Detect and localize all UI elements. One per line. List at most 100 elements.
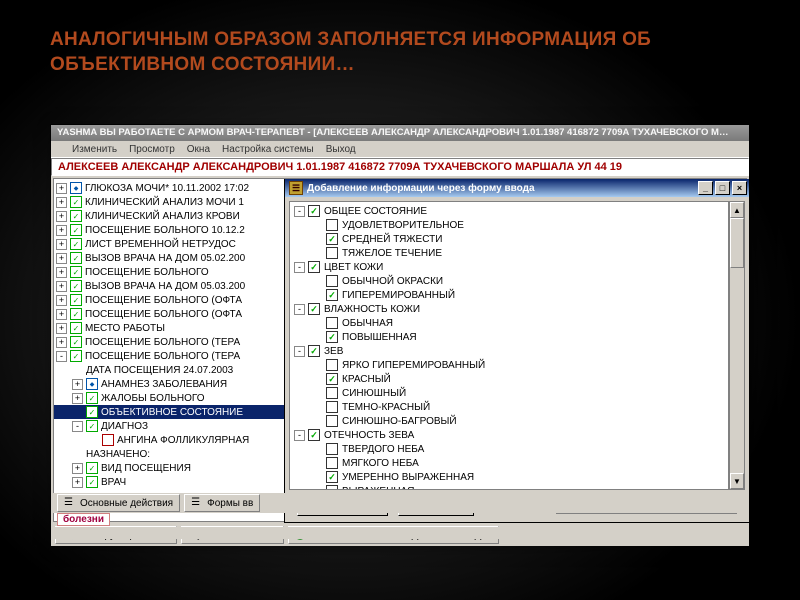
symptom-item[interactable]: МЯГКОГО НЕБА: [290, 456, 728, 470]
checkbox[interactable]: [326, 415, 338, 427]
scroll-thumb[interactable]: [730, 218, 744, 268]
symptom-item[interactable]: ВЫРАЖЕННАЯ: [290, 484, 728, 490]
tree-item[interactable]: +ПОСЕЩЕНИЕ БОЛЬНОГО (ТЕРА: [54, 335, 284, 349]
tree-item[interactable]: +ПОСЕЩЕНИЕ БОЛЬНОГО (ОФТА: [54, 307, 284, 321]
symptom-item[interactable]: ПОВЫШЕННАЯ: [290, 330, 728, 344]
tree-item[interactable]: +АНАМНЕЗ ЗАБОЛЕВАНИЯ: [54, 377, 284, 391]
checkbox[interactable]: [326, 373, 338, 385]
minimize-button[interactable]: _: [698, 181, 713, 195]
symptom-item[interactable]: УМЕРЕННО ВЫРАЖЕННАЯ: [290, 470, 728, 484]
expand-toggle[interactable]: +: [56, 337, 67, 348]
expand-toggle[interactable]: -: [294, 262, 305, 273]
checkbox[interactable]: [308, 205, 320, 217]
symptom-item[interactable]: СИНЮШНЫЙ: [290, 386, 728, 400]
tree-item[interactable]: -ДИАГНОЗ: [54, 419, 284, 433]
symptom-item[interactable]: -ЦВЕТ КОЖИ: [290, 260, 728, 274]
checkbox[interactable]: [308, 345, 320, 357]
checkbox[interactable]: [326, 219, 338, 231]
symptom-item[interactable]: ТЕМНО-КРАСНЫЙ: [290, 400, 728, 414]
symptom-item[interactable]: СРЕДНЕЙ ТЯЖЕСТИ: [290, 232, 728, 246]
tree-item[interactable]: +ЛИСТ ВРЕМЕННОЙ НЕТРУДОС: [54, 237, 284, 251]
expand-toggle[interactable]: -: [294, 430, 305, 441]
symptom-item[interactable]: -ОБЩЕЕ СОСТОЯНИЕ: [290, 204, 728, 218]
checkbox[interactable]: [308, 261, 320, 273]
expand-toggle[interactable]: -: [294, 304, 305, 315]
dialog-scrollbar[interactable]: ▲ ▼: [729, 201, 745, 490]
expand-toggle[interactable]: +: [72, 477, 83, 488]
record-tree[interactable]: +ГЛЮКОЗА МОЧИ* 10.11.2002 17:02+КЛИНИЧЕС…: [54, 179, 284, 521]
symptom-item[interactable]: КРАСНЫЙ: [290, 372, 728, 386]
menu-view[interactable]: Просмотр: [129, 143, 175, 155]
tree-item[interactable]: +ПОСЕЩЕНИЕ БОЛЬНОГО 10.12.2: [54, 223, 284, 237]
tree-item[interactable]: +МЕСТО РАБОТЫ: [54, 321, 284, 335]
expand-toggle[interactable]: -: [72, 421, 83, 432]
tree-item[interactable]: АНГИНА ФОЛЛИКУЛЯРНАЯ: [54, 433, 284, 447]
checkbox[interactable]: [326, 289, 338, 301]
expand-toggle[interactable]: +: [56, 267, 67, 278]
main-actions-button[interactable]: ☰Основные действия: [57, 494, 180, 512]
checkbox[interactable]: [308, 303, 320, 315]
symptom-item[interactable]: ТЯЖЕЛОЕ ТЕЧЕНИЕ: [290, 246, 728, 260]
expand-toggle[interactable]: +: [72, 393, 83, 404]
tree-item[interactable]: +ВИД ПОСЕЩЕНИЯ: [54, 461, 284, 475]
expand-toggle[interactable]: -: [56, 351, 67, 362]
disease-tag[interactable]: болезни: [57, 513, 110, 526]
menu-windows[interactable]: Окна: [187, 143, 210, 155]
checkbox[interactable]: [326, 359, 338, 371]
expand-toggle[interactable]: +: [56, 295, 67, 306]
tree-item[interactable]: ДАТА ПОСЕЩЕНИЯ 24.07.2003: [54, 363, 284, 377]
expand-toggle[interactable]: +: [56, 253, 67, 264]
checkbox[interactable]: [326, 331, 338, 343]
checkbox[interactable]: [326, 485, 338, 490]
checkbox[interactable]: [308, 429, 320, 441]
expand-toggle[interactable]: +: [56, 281, 67, 292]
expand-toggle[interactable]: +: [56, 211, 67, 222]
checkbox[interactable]: [326, 387, 338, 399]
menu-settings[interactable]: Настройка системы: [222, 143, 314, 155]
checkbox[interactable]: [326, 247, 338, 259]
symptom-item[interactable]: -ОТЕЧНОСТЬ ЗЕВА: [290, 428, 728, 442]
tree-item[interactable]: +ПОСЕЩЕНИЕ БОЛЬНОГО (ОФТА: [54, 293, 284, 307]
symptom-item[interactable]: ОБЫЧНАЯ: [290, 316, 728, 330]
expand-toggle[interactable]: +: [56, 239, 67, 250]
tree-item[interactable]: ОБЪЕКТИВНОЕ СОСТОЯНИЕ: [54, 405, 284, 419]
checkbox[interactable]: [326, 401, 338, 413]
tree-item[interactable]: -ПОСЕЩЕНИЕ БОЛЬНОГО (ТЕРА: [54, 349, 284, 363]
checkbox[interactable]: [326, 233, 338, 245]
symptom-item[interactable]: -ВЛАЖНОСТЬ КОЖИ: [290, 302, 728, 316]
tree-item[interactable]: +ВРАЧ: [54, 475, 284, 489]
expand-toggle[interactable]: +: [56, 225, 67, 236]
checkbox[interactable]: [326, 457, 338, 469]
symptom-tree[interactable]: -ОБЩЕЕ СОСТОЯНИЕУДОВЛЕТВОРИТЕЛЬНОЕСРЕДНЕ…: [289, 201, 729, 490]
expand-toggle[interactable]: +: [56, 323, 67, 334]
expand-toggle[interactable]: -: [294, 346, 305, 357]
checkbox[interactable]: [326, 471, 338, 483]
expand-toggle[interactable]: +: [72, 463, 83, 474]
symptom-item[interactable]: -ЗЕВ: [290, 344, 728, 358]
symptom-item[interactable]: ОБЫЧНОЙ ОКРАСКИ: [290, 274, 728, 288]
restore-button[interactable]: □: [715, 181, 730, 195]
expand-toggle[interactable]: +: [56, 183, 67, 194]
menu-edit[interactable]: Изменить: [57, 143, 117, 155]
scroll-up-button[interactable]: ▲: [730, 202, 744, 218]
close-button[interactable]: ×: [732, 181, 747, 195]
tree-item[interactable]: +КЛИНИЧЕСКИЙ АНАЛИЗ КРОВИ: [54, 209, 284, 223]
input-forms-button[interactable]: ☰Формы вв: [184, 494, 260, 512]
scroll-down-button[interactable]: ▼: [730, 473, 744, 489]
symptom-item[interactable]: ТВЕРДОГО НЕБА: [290, 442, 728, 456]
checkbox[interactable]: [326, 317, 338, 329]
expand-toggle[interactable]: +: [72, 379, 83, 390]
symptom-item[interactable]: ГИПЕРЕМИРОВАННЫЙ: [290, 288, 728, 302]
tree-item[interactable]: +ЖАЛОБЫ БОЛЬНОГО: [54, 391, 284, 405]
checkbox[interactable]: [326, 443, 338, 455]
tree-item[interactable]: НАЗНАЧЕНО:: [54, 447, 284, 461]
expand-toggle[interactable]: +: [56, 309, 67, 320]
expand-toggle[interactable]: -: [294, 206, 305, 217]
tree-item[interactable]: +КЛИНИЧЕСКИЙ АНАЛИЗ МОЧИ 1: [54, 195, 284, 209]
menu-exit[interactable]: Выход: [326, 143, 356, 155]
symptom-item[interactable]: УДОВЛЕТВОРИТЕЛЬНОЕ: [290, 218, 728, 232]
tree-item[interactable]: +ПОСЕЩЕНИЕ БОЛЬНОГО: [54, 265, 284, 279]
symptom-item[interactable]: СИНЮШНО-БАГРОВЫЙ: [290, 414, 728, 428]
tree-item[interactable]: +ГЛЮКОЗА МОЧИ* 10.11.2002 17:02: [54, 181, 284, 195]
checkbox[interactable]: [326, 275, 338, 287]
